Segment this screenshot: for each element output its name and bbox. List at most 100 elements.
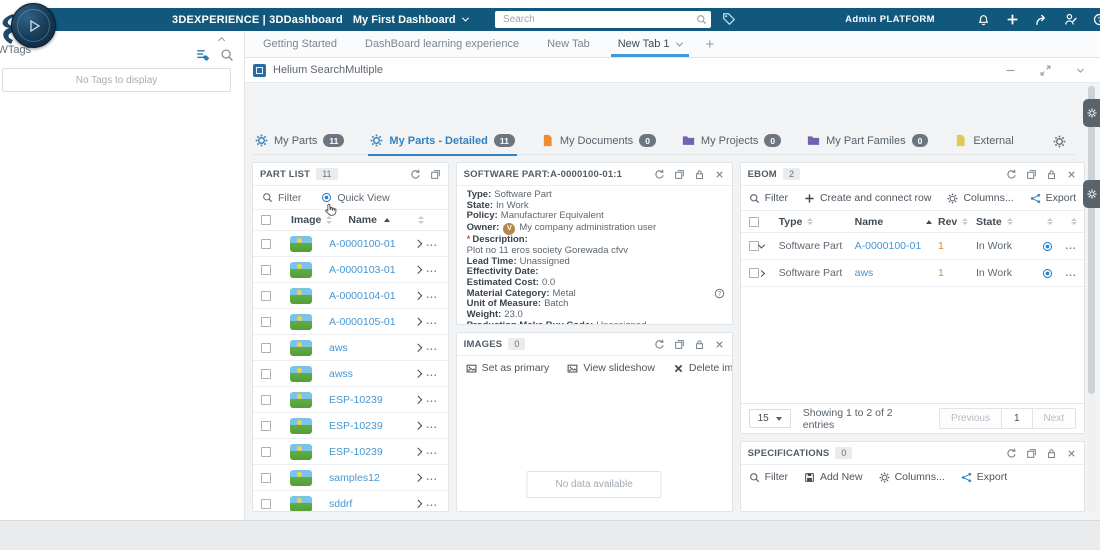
tab-getting-started[interactable]: Getting Started	[249, 31, 351, 57]
quick-view-radio[interactable]: Quick View	[321, 192, 389, 204]
tags-search-icon[interactable]	[220, 48, 234, 62]
part-name-link[interactable]: awss	[329, 368, 415, 380]
part-name-link[interactable]: A-0000103-01	[329, 264, 415, 276]
collaboration-icon[interactable]	[1064, 13, 1077, 26]
previous-page-button[interactable]: Previous	[940, 409, 1001, 428]
expand-row-icon[interactable]	[414, 370, 422, 378]
tabs-settings-gear-icon[interactable]	[1053, 135, 1066, 148]
row-checkbox[interactable]	[261, 265, 271, 275]
search-icon[interactable]	[696, 14, 707, 25]
app-tab-my-parts[interactable]: My Parts 11	[255, 127, 344, 155]
set-primary-button[interactable]: Set as primary	[466, 362, 550, 374]
add-content-icon[interactable]	[1006, 13, 1019, 26]
row-menu-icon[interactable]	[426, 316, 437, 327]
tab-new-tab[interactable]: New Tab	[533, 31, 604, 57]
widget-settings-tab[interactable]	[1083, 99, 1100, 127]
part-name-link[interactable]: ESP-10239	[329, 420, 415, 432]
row-menu-icon[interactable]	[426, 472, 437, 483]
table-row[interactable]: A-0000103-01	[253, 257, 448, 283]
refresh-icon[interactable]	[410, 169, 421, 180]
expand-row-icon[interactable]	[414, 240, 422, 248]
columns-button[interactable]: Columns...	[879, 471, 945, 483]
add-new-button[interactable]: Add New	[804, 471, 863, 483]
refresh-icon[interactable]	[654, 169, 665, 180]
sort-icon[interactable]	[1071, 218, 1077, 226]
tab-menu-chevron-icon[interactable]	[675, 39, 682, 46]
part-name-link[interactable]: A-0000100-01	[329, 238, 415, 250]
dashboard-switcher[interactable]: My First Dashboard	[353, 14, 468, 26]
table-row[interactable]: samples12	[253, 465, 448, 491]
sort-icon[interactable]	[1007, 218, 1013, 226]
expand-row-icon[interactable]	[414, 396, 422, 404]
page-number-button[interactable]: 1	[1001, 409, 1033, 428]
table-row[interactable]: A-0000104-01	[253, 283, 448, 309]
row-menu-icon[interactable]	[426, 342, 437, 353]
lock-icon[interactable]	[1046, 169, 1057, 180]
column-name[interactable]: Name	[855, 216, 938, 228]
row-checkbox[interactable]	[261, 369, 271, 379]
vertical-scrollbar[interactable]	[1088, 86, 1095, 514]
part-name-link[interactable]: aws	[855, 267, 874, 279]
app-tab-my-part-familes[interactable]: My Part Familes 0	[807, 127, 928, 155]
sort-icon[interactable]	[448, 216, 449, 224]
table-row[interactable]: Software Part A-0000100-01 1 In Work	[741, 233, 1084, 260]
tab-new-tab-1[interactable]: New Tab 1	[604, 31, 696, 57]
view-slideshow-button[interactable]: View slideshow	[567, 362, 655, 374]
state-radio-icon[interactable]	[1042, 268, 1053, 279]
row-checkbox[interactable]	[749, 241, 759, 251]
row-menu-icon[interactable]	[426, 290, 437, 301]
add-tab-button[interactable]: +	[696, 31, 725, 57]
row-checkbox[interactable]	[261, 499, 271, 509]
lock-icon[interactable]	[694, 339, 705, 350]
row-menu-icon[interactable]	[426, 368, 437, 379]
state-radio-icon[interactable]	[1042, 241, 1053, 252]
notifications-icon[interactable]	[977, 13, 990, 26]
table-row[interactable]: aws	[253, 335, 448, 361]
row-checkbox[interactable]	[261, 421, 271, 431]
filter-button[interactable]: Filter	[749, 192, 788, 204]
popout-icon[interactable]	[674, 339, 685, 350]
expand-row-icon[interactable]	[414, 448, 422, 456]
tag-list-icon[interactable]	[196, 48, 210, 62]
expand-row-icon[interactable]	[414, 344, 422, 352]
row-menu-icon[interactable]	[426, 446, 437, 457]
part-name-link[interactable]: ESP-10239	[329, 446, 415, 458]
expand-row-icon[interactable]	[414, 266, 422, 274]
collapse-panel-icon[interactable]	[218, 37, 225, 44]
app-tab-external[interactable]: External	[954, 127, 1013, 155]
table-row[interactable]: ESP-10239	[253, 387, 448, 413]
part-name-link[interactable]: samples12	[329, 472, 415, 484]
popout-icon[interactable]	[1026, 448, 1037, 459]
delete-image-button[interactable]: Delete image	[673, 362, 733, 374]
expand-row-icon[interactable]	[414, 500, 422, 508]
part-name-link[interactable]: ESP-10239	[329, 394, 415, 406]
collapse-row-icon[interactable]	[758, 241, 765, 248]
app-tab-my-projects[interactable]: My Projects 0	[682, 127, 781, 155]
row-checkbox[interactable]	[261, 395, 271, 405]
columns-button[interactable]: Columns...	[947, 192, 1013, 204]
scrollbar-thumb[interactable]	[1088, 86, 1095, 394]
expand-row-icon[interactable]	[414, 318, 422, 326]
search-input[interactable]	[495, 11, 711, 28]
sort-icon[interactable]	[418, 216, 424, 224]
part-name-link[interactable]: A-0000100-01	[855, 240, 922, 252]
compass-logo[interactable]	[11, 3, 56, 48]
sort-icon[interactable]	[1047, 218, 1053, 226]
row-checkbox[interactable]	[261, 239, 271, 249]
table-row[interactable]: awss	[253, 361, 448, 387]
lock-icon[interactable]	[1046, 448, 1057, 459]
export-button[interactable]: Export	[1030, 192, 1076, 204]
part-name-link[interactable]: sddrf	[329, 498, 415, 510]
table-row[interactable]: ESP-10239	[253, 413, 448, 439]
column-state[interactable]: State	[976, 216, 1036, 228]
select-all-checkbox[interactable]	[261, 215, 271, 225]
tag-icon[interactable]	[722, 12, 736, 26]
sort-icon[interactable]	[807, 218, 813, 226]
expand-row-icon[interactable]	[758, 269, 765, 276]
select-all-checkbox[interactable]	[749, 217, 759, 227]
expand-row-icon[interactable]	[414, 292, 422, 300]
app-tab-my-documents[interactable]: My Documents 0	[541, 127, 656, 155]
table-row[interactable]: ESP-10239	[253, 439, 448, 465]
column-type[interactable]: Type	[779, 216, 855, 228]
filter-button[interactable]: Filter	[262, 192, 301, 204]
